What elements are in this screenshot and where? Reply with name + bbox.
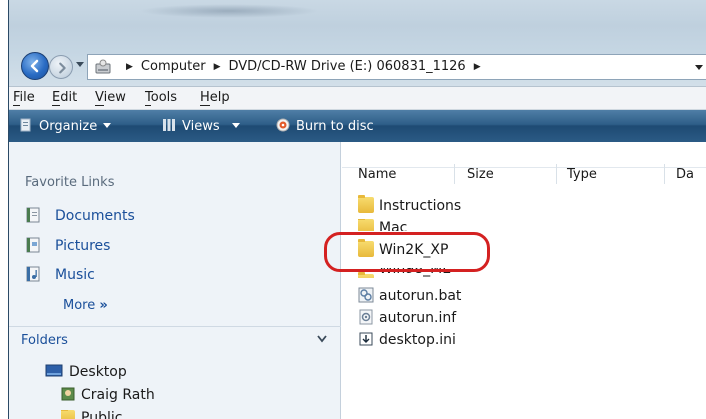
batch-file-icon (358, 287, 374, 303)
pictures-icon (26, 237, 40, 253)
address-bar[interactable]: ▶ Computer ▶ DVD/CD-RW Drive (E:) 060831_11… (87, 54, 706, 80)
more-label: More (63, 298, 96, 313)
folder-icon (358, 219, 374, 231)
breadcrumb: ▶ Computer ▶ DVD/CD-RW Drive (E:) 060831_11… (118, 59, 489, 74)
folders-label: Folders (21, 333, 68, 348)
burn-disc-icon (276, 118, 290, 132)
more-links-button[interactable]: More » (63, 298, 108, 313)
highlight-ring (324, 232, 490, 272)
breadcrumb-separator-icon[interactable]: ▶ (214, 62, 221, 72)
menu-help[interactable]: Help (200, 90, 230, 106)
tree-item-public[interactable]: Public (61, 410, 122, 419)
favorite-link-documents[interactable]: Documents (25, 207, 135, 224)
favorite-label: Documents (55, 208, 135, 224)
organize-label: Organize (39, 119, 98, 134)
tree-label: Public (81, 410, 123, 419)
menu-tools[interactable]: Tools (145, 90, 177, 106)
folders-header[interactable]: Folders (9, 326, 341, 354)
file-list: Name Size Type Da Instructions Mac Win2K… (342, 142, 706, 419)
views-label: Views (182, 119, 220, 134)
organize-chevron-down-icon (103, 123, 112, 128)
menu-view[interactable]: View (95, 90, 126, 106)
file-name: autorun.bat (379, 288, 462, 304)
folder-icon (358, 272, 374, 278)
menu-edit[interactable]: Edit (52, 90, 77, 106)
column-divider[interactable] (454, 164, 455, 184)
back-button[interactable] (21, 52, 49, 80)
menu-file[interactable]: File (13, 90, 35, 106)
back-arrow-icon (30, 59, 39, 73)
views-chevron-down-icon (231, 123, 240, 128)
column-divider[interactable] (664, 164, 665, 184)
organize-button[interactable]: Organize (19, 118, 112, 134)
navigation-pane: Favorite Links Documents Pictures Music … (9, 142, 341, 419)
chevron-down-icon[interactable] (317, 335, 327, 343)
favorite-label: Music (55, 267, 95, 283)
file-row-mac[interactable]: Mac (358, 219, 407, 231)
file-name: autorun.inf (379, 310, 457, 326)
recent-pages-dropdown[interactable] (76, 62, 84, 67)
favorite-links-heading: Favorite Links (25, 175, 115, 190)
favorite-label: Pictures (55, 238, 111, 254)
user-folder-icon (61, 387, 75, 401)
favorite-link-pictures[interactable]: Pictures (25, 237, 110, 254)
breadcrumb-dvd-drive[interactable]: DVD/CD-RW Drive (E:) 060831_1126 (228, 59, 465, 74)
column-name[interactable]: Name (358, 167, 396, 182)
folder-icon (358, 195, 374, 213)
burn-to-disc-label: Burn to disc (296, 119, 374, 134)
documents-icon (26, 207, 40, 223)
tree-item-desktop[interactable]: Desktop (45, 364, 127, 380)
explorer-window: ▶ Computer ▶ DVD/CD-RW Drive (E:) 060831_11… (8, 0, 706, 419)
file-row-autorun-bat[interactable]: autorun.bat (358, 287, 461, 304)
column-header-row: Name Size Type Da (342, 142, 706, 184)
tree-label: Craig Rath (81, 387, 155, 403)
column-type[interactable]: Type (567, 167, 597, 182)
views-button[interactable]: Views (162, 118, 240, 134)
file-row-instructions[interactable]: Instructions (358, 195, 462, 214)
menu-bar: File Edit View Tools Help (9, 86, 706, 110)
setup-info-file-icon (359, 309, 373, 325)
forward-arrow-icon (59, 62, 66, 74)
tree-item-craig-rath[interactable]: Craig Rath (61, 387, 155, 403)
column-size[interactable]: Size (467, 167, 494, 182)
breadcrumb-computer[interactable]: Computer (141, 59, 206, 74)
music-icon (26, 266, 40, 282)
views-icon (163, 119, 175, 131)
organize-icon (20, 118, 31, 132)
title-bar: ▶ Computer ▶ DVD/CD-RW Drive (E:) 060831_11… (9, 0, 706, 86)
file-row-desktop-ini[interactable]: desktop.ini (358, 331, 456, 348)
ini-file-icon (359, 332, 373, 346)
file-name: Instructions (379, 198, 462, 214)
folder-icon (61, 410, 75, 419)
desktop-icon (45, 364, 63, 377)
breadcrumb-separator-icon[interactable]: ▶ (126, 62, 133, 72)
file-name: desktop.ini (379, 332, 456, 348)
file-name: Mac (379, 220, 408, 231)
forward-button[interactable] (49, 55, 73, 79)
title-glare (139, 4, 319, 18)
tree-label: Desktop (69, 364, 127, 380)
breadcrumb-separator-icon[interactable]: ▶ (474, 62, 481, 72)
optical-drive-icon (95, 59, 111, 74)
navigation-row: ▶ Computer ▶ DVD/CD-RW Drive (E:) 060831_11… (9, 46, 706, 84)
double-chevron-right-icon: » (99, 298, 108, 313)
command-bar: Organize Views Burn to disc (9, 110, 706, 142)
file-row-autorun-inf[interactable]: autorun.inf (358, 309, 456, 326)
address-history-dropdown-icon[interactable] (695, 65, 703, 70)
column-date[interactable]: Da (676, 167, 694, 182)
favorite-link-music[interactable]: Music (25, 266, 95, 283)
column-divider[interactable] (556, 164, 557, 184)
burn-to-disc-button[interactable]: Burn to disc (276, 118, 374, 134)
